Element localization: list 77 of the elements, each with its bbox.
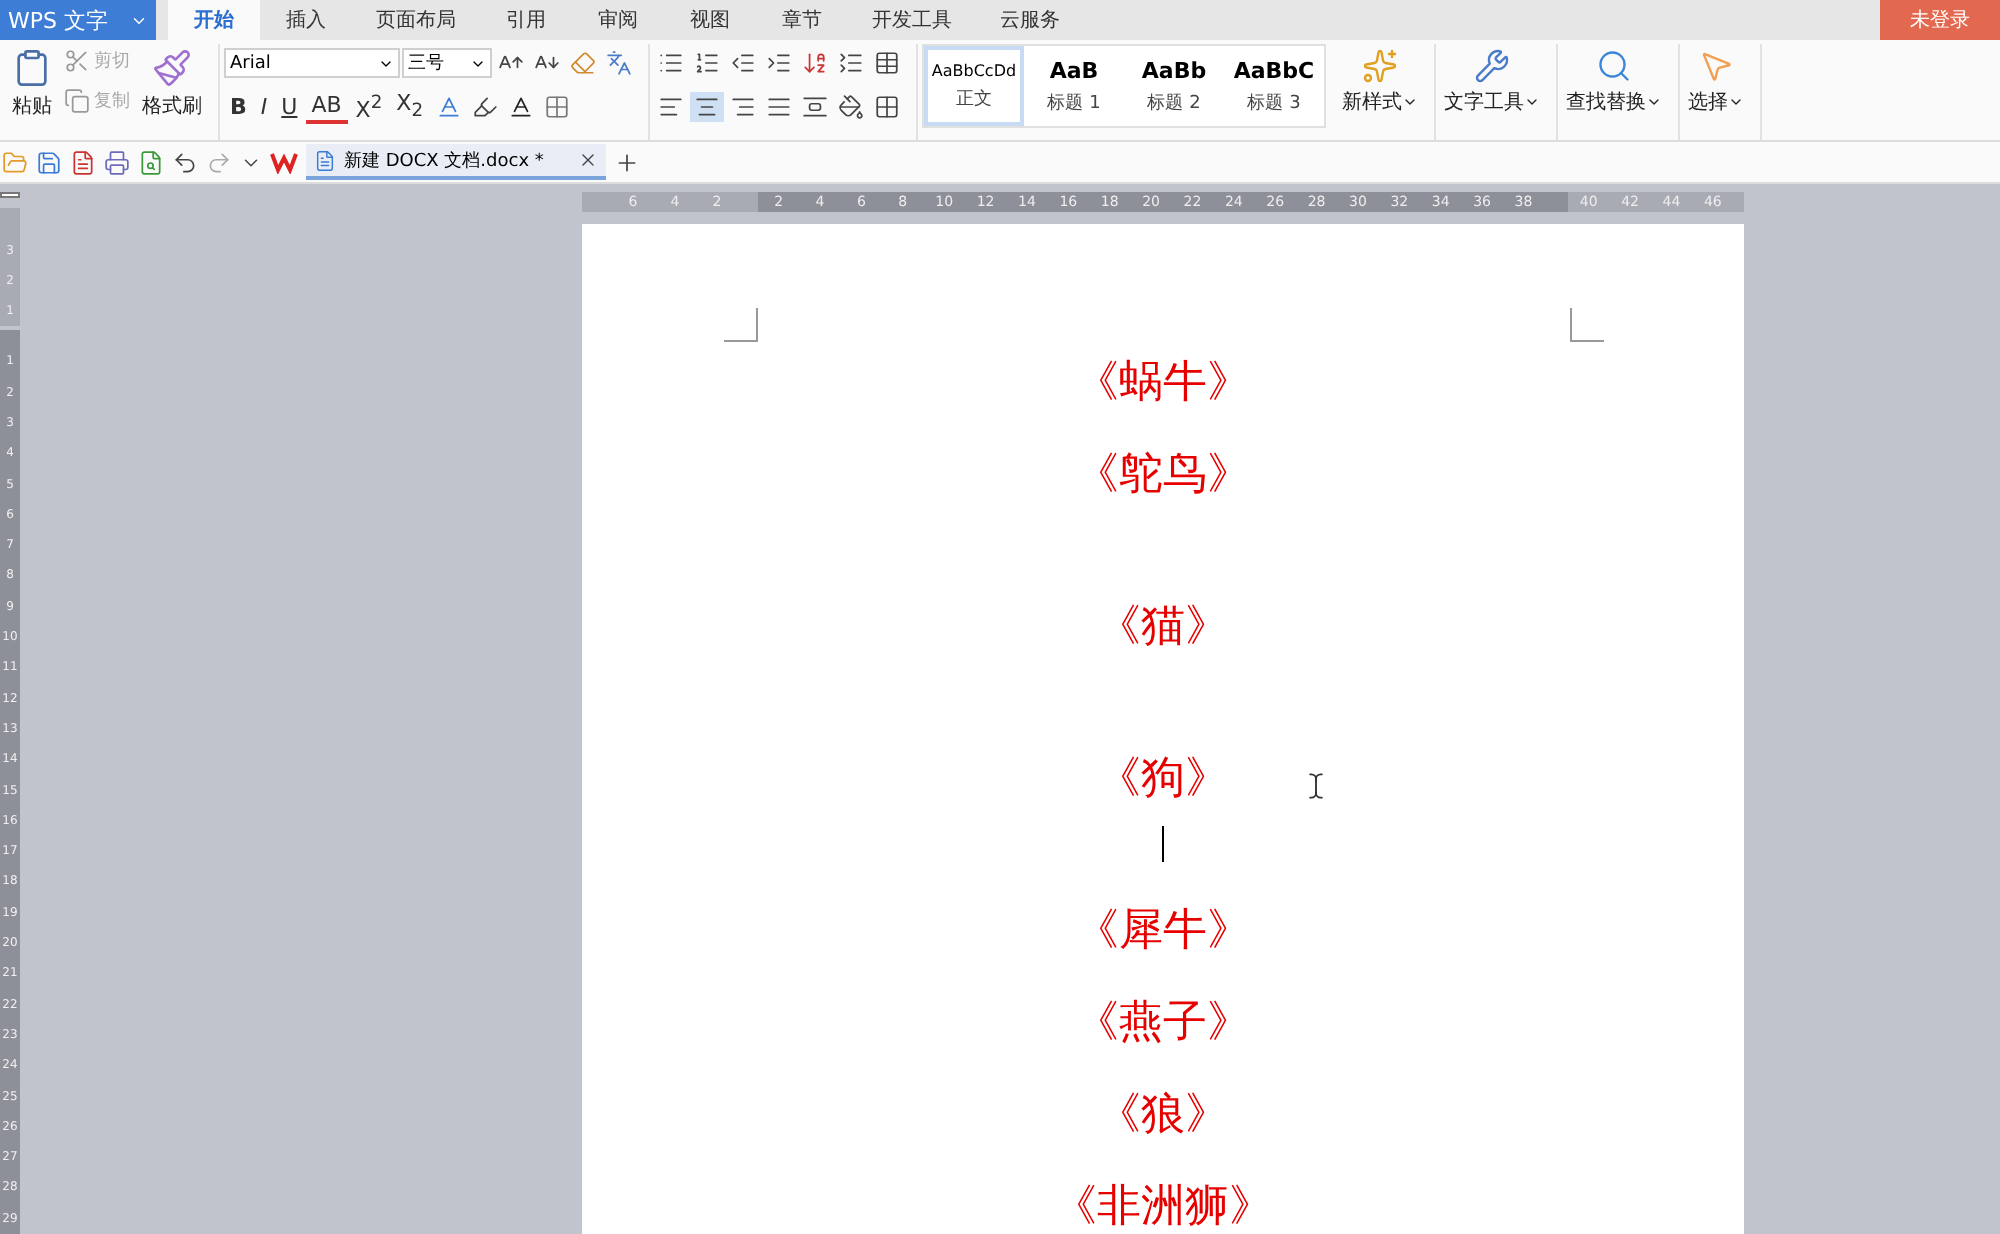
table-icon: [874, 50, 900, 76]
ribbon-tab[interactable]: 开始: [168, 0, 260, 40]
ribbon-tab[interactable]: 章节: [756, 0, 848, 40]
ribbon-tab[interactable]: 开发工具: [848, 0, 976, 40]
align-button[interactable]: [690, 92, 724, 122]
text-caret: [1161, 826, 1165, 862]
format-button[interactable]: I: [254, 92, 274, 122]
font-name-field[interactable]: Arial: [224, 48, 400, 78]
format-button[interactable]: U: [275, 92, 304, 122]
ribbon-tab[interactable]: 页面布局: [352, 0, 480, 40]
paintbrush-icon: [152, 48, 192, 88]
indent-icon: [766, 50, 792, 76]
document-line: 《蜗牛》: [1075, 356, 1251, 412]
tool-button[interactable]: 文字工具: [1440, 44, 1544, 120]
format-button[interactable]: X$_{2}$: [390, 88, 430, 126]
font-color-icon: [507, 94, 534, 120]
caret-icon: [1728, 94, 1744, 110]
phonetic-icon: [606, 50, 632, 76]
caret-icon: [1402, 94, 1418, 110]
search-icon: [1596, 48, 1632, 84]
caret-icon: [1524, 94, 1540, 110]
save-icon: [36, 149, 62, 175]
tool-button[interactable]: 选择: [1684, 44, 1748, 120]
eraser-icon: [570, 50, 596, 76]
document-line: 《犀牛》: [1075, 904, 1251, 960]
tab-stop-icon: [0, 192, 20, 197]
redo-icon: [206, 149, 232, 175]
margin-mark: [724, 308, 758, 342]
style-option[interactable]: AaBbCcDd 正文: [924, 46, 1024, 126]
pdf-icon: [70, 149, 96, 175]
sparkle-icon: [1362, 48, 1398, 84]
border-icon: [874, 94, 900, 120]
align-button[interactable]: [798, 92, 832, 122]
document-line: 《狼》: [1097, 1088, 1229, 1144]
highlighter-icon: [471, 94, 498, 120]
ribbon-tab[interactable]: 审阅: [572, 0, 664, 40]
document-line: 《狗》: [1097, 752, 1229, 808]
paint-bucket-icon: [838, 94, 864, 120]
document-line: 《鸵鸟》: [1075, 448, 1251, 504]
undo-icon: [172, 149, 198, 175]
tool-button[interactable]: 查找替换: [1562, 44, 1666, 120]
document-line: 《燕子》: [1075, 996, 1251, 1052]
margin-mark: [1570, 308, 1604, 342]
sort-icon: [802, 50, 828, 76]
ribbon-tab[interactable]: 引用: [480, 0, 572, 40]
copy-icon: [64, 88, 90, 114]
format-button[interactable]: B: [224, 92, 253, 122]
scissors-icon: [64, 48, 90, 74]
ribbon-tab[interactable]: 插入: [260, 0, 352, 40]
font-size-field[interactable]: 三号: [402, 48, 492, 78]
document-icon: [314, 149, 336, 171]
text-effect-icon: [435, 94, 462, 120]
document-line: 《猫》: [1097, 600, 1229, 656]
close-icon: [578, 150, 598, 170]
tool-button[interactable]: 新样式: [1338, 44, 1422, 120]
preview-icon: [138, 149, 164, 175]
format-button[interactable]: X$^{2}$: [349, 89, 389, 125]
pointer-icon: [1698, 48, 1734, 84]
add-tab-icon: [614, 149, 640, 175]
wrench-icon: [1474, 48, 1510, 84]
caret-icon: [1646, 94, 1662, 110]
format-painter-button[interactable]: 格式刷: [138, 44, 206, 124]
clipboard-icon: [12, 48, 52, 88]
shading-icon: [543, 94, 570, 120]
print-icon: [104, 149, 130, 175]
format-button[interactable]: AB: [305, 90, 348, 124]
outdent-icon: [730, 50, 756, 76]
document-tab[interactable]: 新建 DOCX 文档.docx *: [306, 144, 606, 180]
folder-icon: [2, 149, 28, 175]
ribbon-tab[interactable]: 视图: [664, 0, 756, 40]
spacing-icon: [838, 50, 864, 76]
logo-icon: [270, 150, 298, 174]
ribbon-tab[interactable]: 云服务: [976, 0, 1084, 40]
numbering-icon: [694, 50, 720, 76]
paste-button[interactable]: 粘贴: [8, 44, 56, 124]
document-line: 《非洲狮》: [1053, 1180, 1273, 1234]
app-menu-button[interactable]: WPS 文字: [0, 0, 156, 40]
